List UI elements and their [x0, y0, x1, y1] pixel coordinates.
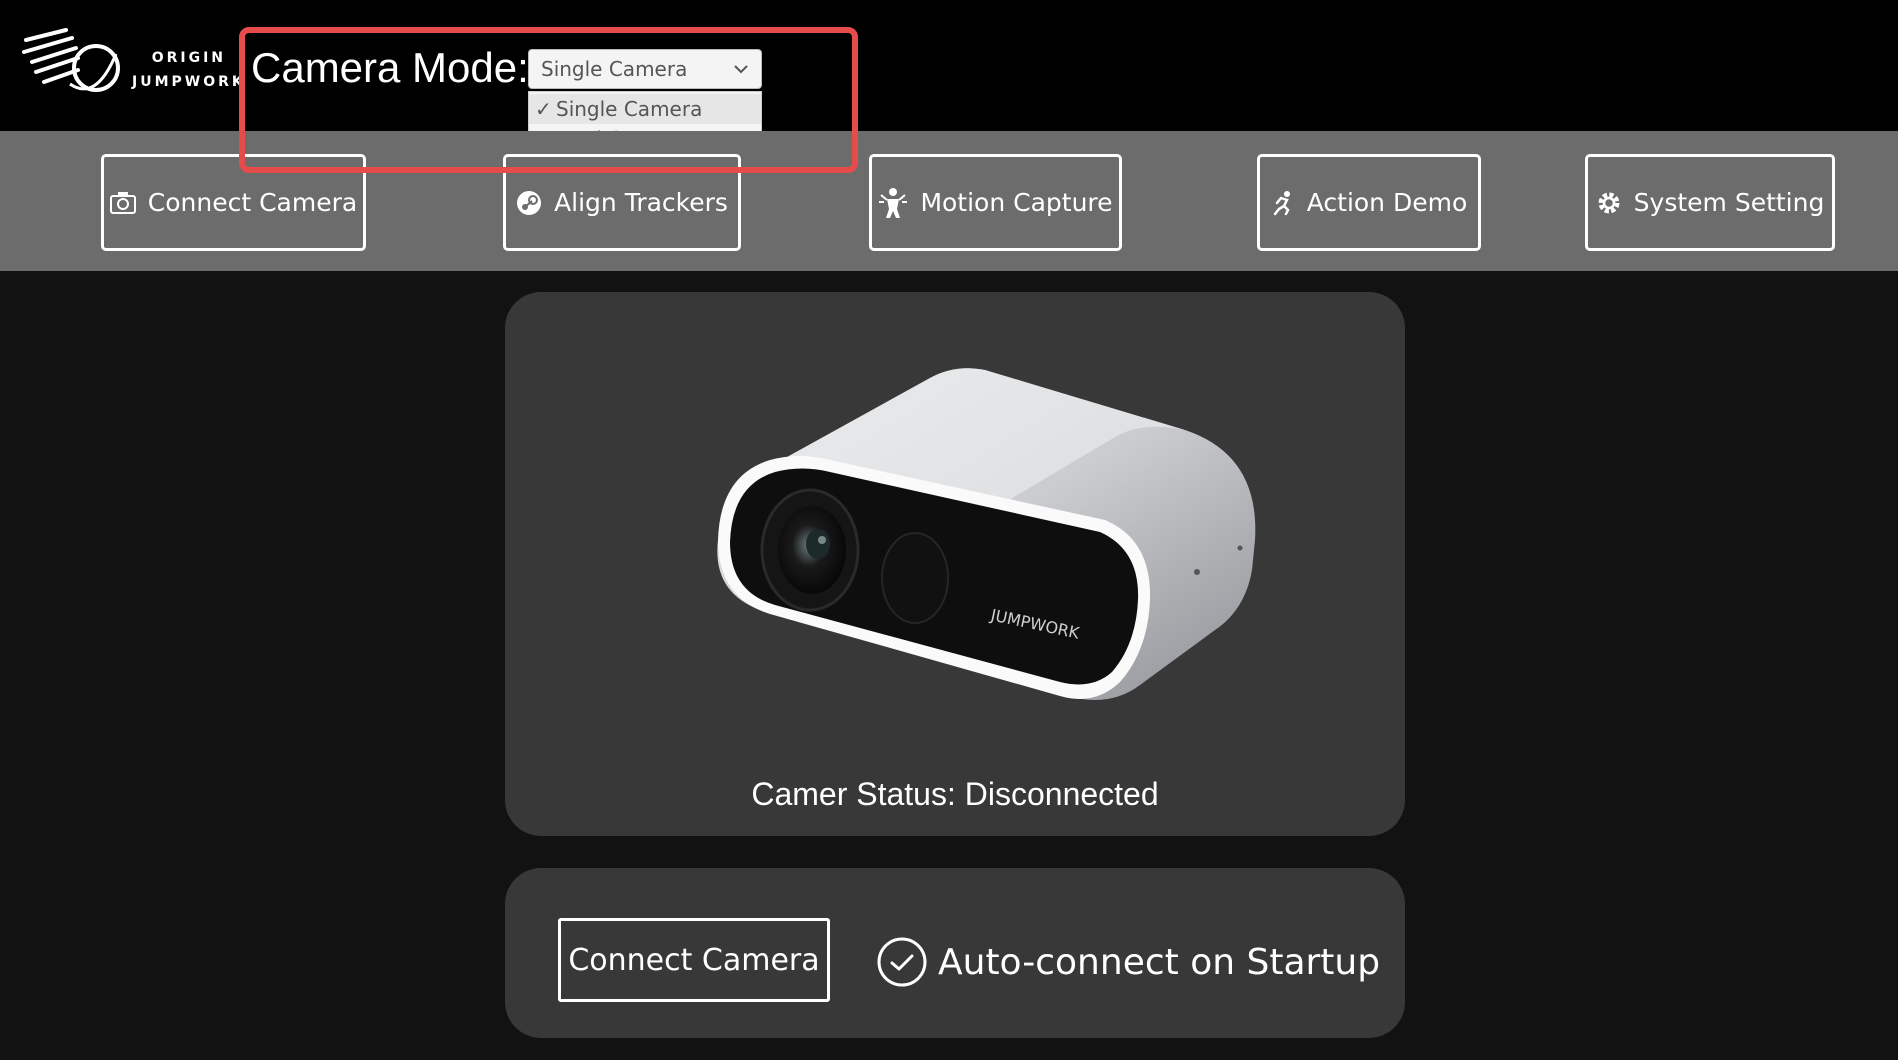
camera-mode-selected-value: Single Camera — [541, 57, 688, 81]
dropdown-option-single-camera[interactable]: ✓ Single Camera — [529, 94, 761, 124]
steam-icon — [516, 190, 542, 216]
app-logo: ORIGIN JUMPWORK — [20, 24, 243, 104]
camera-icon — [109, 191, 136, 215]
logo-icon — [22, 28, 120, 92]
nav-motion-capture-button[interactable]: Motion Capture — [869, 154, 1122, 251]
nav-align-trackers-button[interactable]: Align Trackers — [503, 154, 741, 251]
camera-device-image: JUMPWORK — [717, 368, 1256, 700]
auto-connect-toggle[interactable]: Auto-connect on Startup — [876, 934, 1380, 990]
connect-camera-button[interactable]: Connect Camera — [558, 918, 830, 1002]
running-icon — [1271, 190, 1295, 216]
gear-icon — [1596, 190, 1622, 216]
auto-connect-label: Auto-connect on Startup — [938, 941, 1381, 983]
nav-system-setting-button[interactable]: System Setting — [1585, 154, 1835, 251]
check-circle-icon — [877, 937, 927, 987]
nav-action-demo-button[interactable]: Action Demo — [1257, 154, 1481, 251]
camera-mode-label: Camera Mode: — [251, 44, 529, 91]
camera-mode-select[interactable]: Single Camera — [528, 49, 762, 89]
top-bar: ORIGIN JUMPWORK Camera Mode: Single Came… — [0, 0, 1898, 157]
logo-text: ORIGIN JUMPWORK — [132, 50, 246, 90]
nav-connect-camera-button[interactable]: Connect Camera — [101, 154, 366, 251]
camera-status-text: Camer Status: Disconnected — [751, 776, 1159, 812]
person-motion-icon — [878, 187, 908, 219]
checkmark-icon: ✓ — [535, 97, 552, 121]
